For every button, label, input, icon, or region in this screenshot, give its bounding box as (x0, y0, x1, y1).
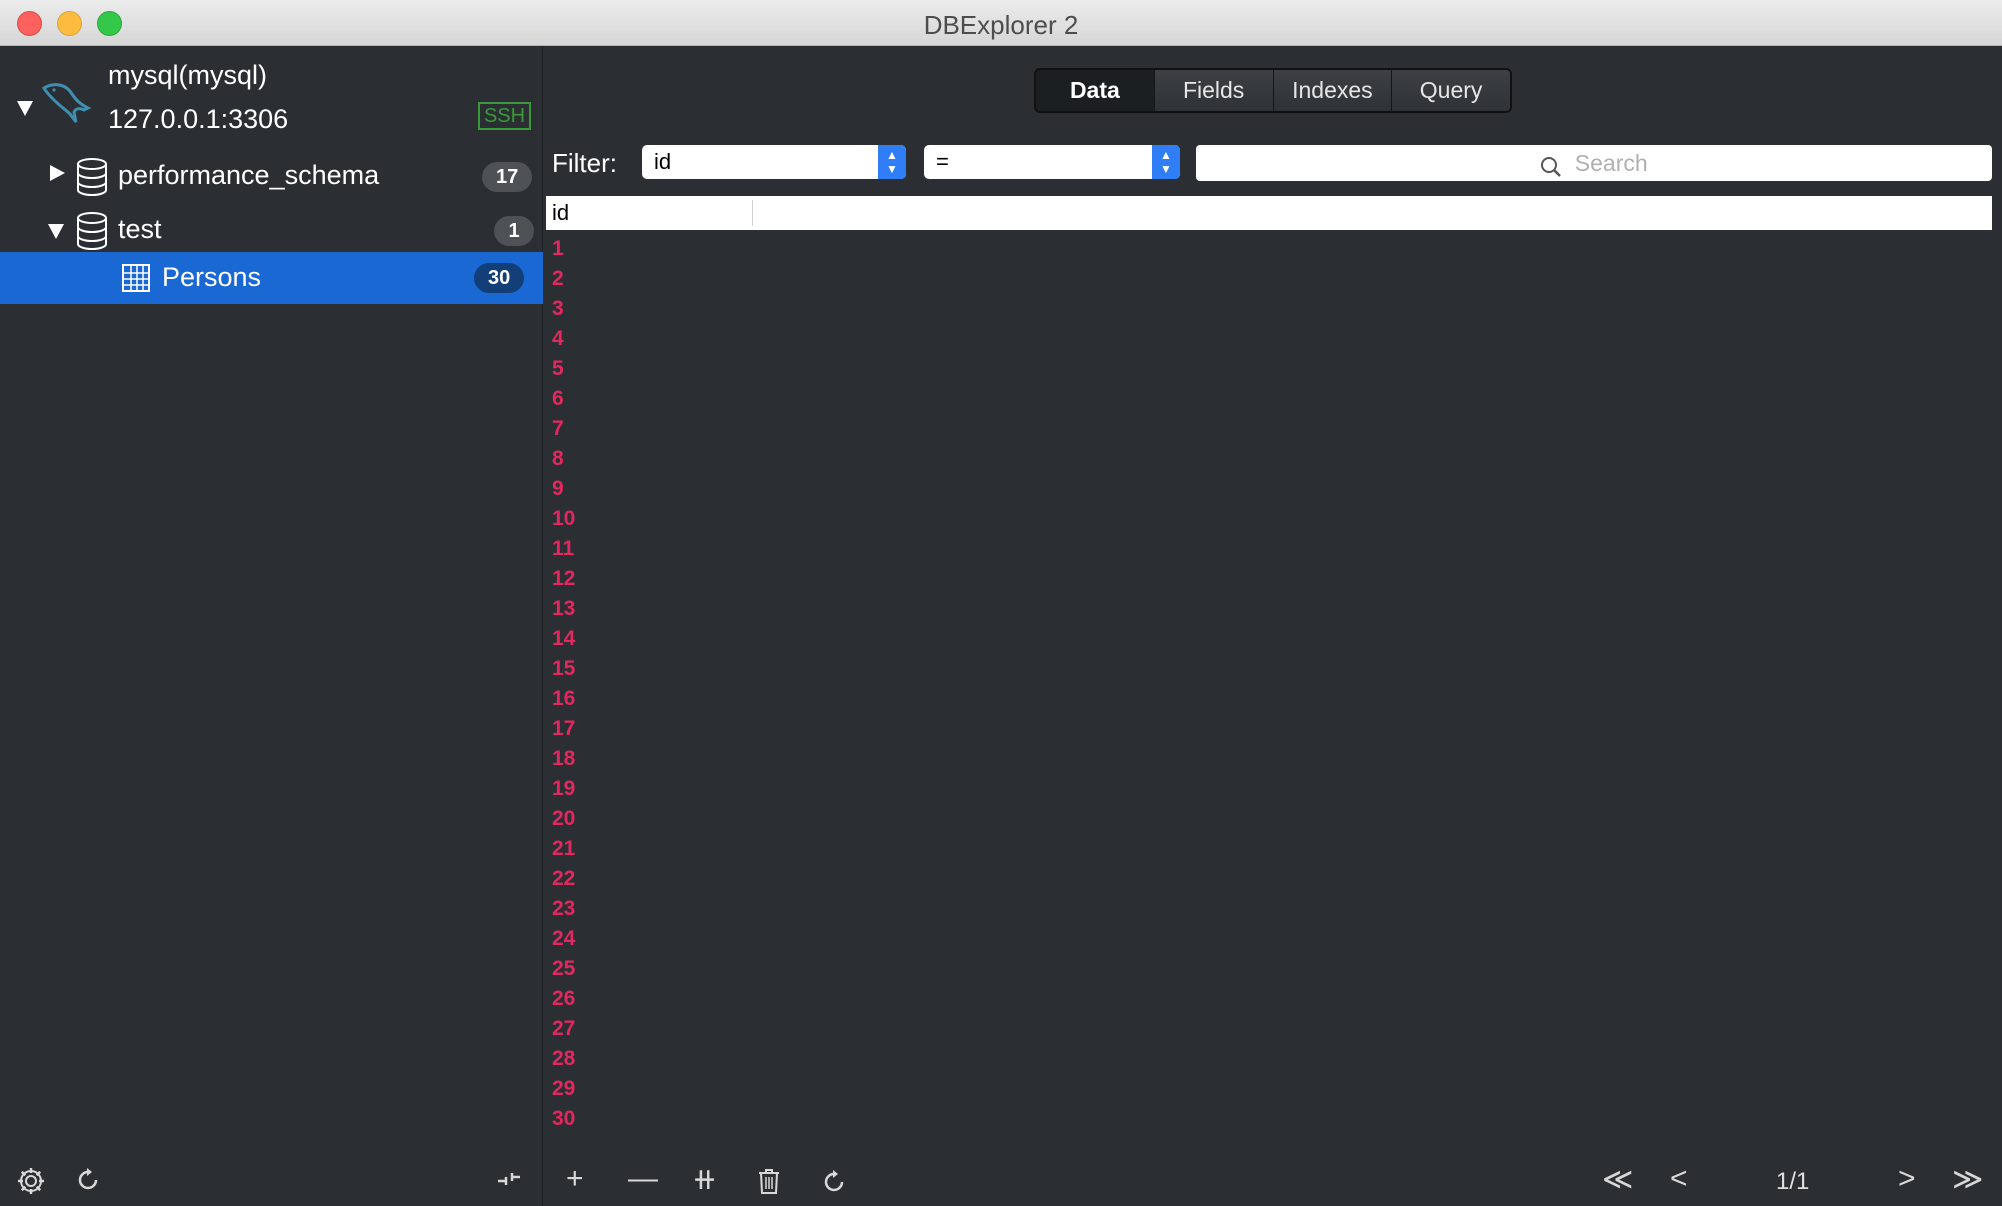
title-bar: DBExplorer 2 (0, 0, 2002, 46)
expand-triangle-icon[interactable] (48, 224, 64, 239)
table-row[interactable]: 5 (552, 354, 575, 384)
table-row[interactable]: 20 (552, 804, 575, 834)
select-stepper-icon: ▲ ▼ (1152, 145, 1180, 179)
add-row-button[interactable]: + (566, 1162, 584, 1196)
refresh-icon[interactable] (820, 1168, 848, 1204)
table-row[interactable]: 16 (552, 684, 575, 714)
sidebar-footer (0, 1158, 543, 1206)
table-row[interactable]: 22 (552, 864, 575, 894)
ssh-badge: SSH (478, 102, 531, 130)
tab-indexes[interactable]: Indexes (1273, 70, 1393, 111)
table-row[interactable]: 15 (552, 654, 575, 684)
tab-fields[interactable]: Fields (1154, 70, 1274, 111)
table-row[interactable]: 3 (552, 294, 575, 324)
filter-operator-value: = (936, 149, 949, 174)
filter-label: Filter: (552, 148, 617, 178)
table-row[interactable]: 8 (552, 444, 575, 474)
add-column-button[interactable]: ⧺ (692, 1162, 717, 1197)
table-row[interactable]: 10 (552, 504, 575, 534)
table-row[interactable]: 2 (552, 264, 575, 294)
select-stepper-icon: ▲ ▼ (878, 145, 906, 179)
connection-host: 127.0.0.1:3306 (108, 104, 289, 134)
first-page-button[interactable]: ≪ (1602, 1162, 1633, 1197)
database-icon (76, 158, 108, 201)
table-row[interactable]: 19 (552, 774, 575, 804)
last-page-button[interactable]: ≫ (1952, 1162, 1983, 1197)
table-row[interactable]: 26 (552, 984, 575, 1014)
table-row[interactable]: 18 (552, 744, 575, 774)
connection-name: mysql(mysql) (108, 60, 267, 90)
filter-operator-select[interactable]: = ▲ ▼ (924, 145, 1180, 179)
database-name: test (118, 214, 162, 244)
data-toolbar: + — ⧺ ≪ < 1/1 > ≫ (544, 1158, 2002, 1206)
table-row[interactable]: 1 (552, 234, 575, 264)
table-row[interactable]: 14 (552, 624, 575, 654)
table-row[interactable]: 6 (552, 384, 575, 414)
database-name: performance_schema (118, 160, 380, 190)
table-row[interactable]: 17 (552, 714, 575, 744)
view-tabs: Data Fields Indexes Query (1034, 68, 1512, 113)
table-grid-icon (122, 264, 150, 297)
gear-icon[interactable] (16, 1166, 46, 1203)
table-row[interactable]: 24 (552, 924, 575, 954)
window-title: DBExplorer 2 (923, 10, 1079, 40)
database-icon (76, 212, 108, 255)
filter-field-select[interactable]: id ▲ ▼ (642, 145, 906, 179)
table-row[interactable]: 25 (552, 954, 575, 984)
data-grid: 1 2 3 4 5 6 7 8 9 10 11 12 13 14 15 16 1… (552, 234, 575, 1134)
connection-row[interactable]: mysql(mysql) 127.0.0.1:3306 SSH (0, 60, 543, 146)
mysql-dolphin-icon (40, 78, 96, 133)
plug-icon[interactable] (496, 1168, 522, 1196)
table-row[interactable]: 9 (552, 474, 575, 504)
trash-icon[interactable] (758, 1168, 780, 1202)
table-item-persons[interactable]: Persons 30 (0, 252, 543, 304)
table-row[interactable]: 7 (552, 414, 575, 444)
tab-query[interactable]: Query (1392, 70, 1510, 111)
tab-data[interactable]: Data (1036, 70, 1155, 111)
table-count-badge: 1 (494, 216, 534, 246)
table-count-badge: 17 (482, 162, 533, 192)
page-indicator: 1/1 (1776, 1168, 1810, 1195)
column-header-id[interactable]: id (546, 196, 1992, 230)
database-item-test[interactable]: test 1 (0, 204, 543, 256)
table-name: Persons (162, 262, 262, 292)
table-row[interactable]: 30 (552, 1104, 575, 1134)
main-panel: Data Fields Indexes Query Filter: id ▲ ▼ … (544, 46, 2002, 1206)
column-divider[interactable] (752, 200, 753, 226)
previous-page-button[interactable]: < (1670, 1162, 1688, 1196)
table-row[interactable]: 13 (552, 594, 575, 624)
row-count-badge: 30 (474, 263, 525, 293)
table-row[interactable]: 23 (552, 894, 575, 924)
filter-field-value: id (654, 149, 672, 174)
table-row[interactable]: 27 (552, 1014, 575, 1044)
table-row[interactable]: 11 (552, 534, 575, 564)
column-header-label: id (552, 200, 570, 225)
database-item-performance-schema[interactable]: performance_schema 17 (0, 150, 543, 202)
table-row[interactable]: 12 (552, 564, 575, 594)
app-window: DBExplorer 2 mysql(mysql) 127.0.0.1:3306… (0, 0, 2002, 1206)
expand-triangle-icon[interactable] (17, 101, 33, 116)
table-row[interactable]: 21 (552, 834, 575, 864)
search-icon (1540, 156, 1574, 177)
table-row[interactable]: 28 (552, 1044, 575, 1074)
remove-row-button[interactable]: — (628, 1162, 658, 1196)
table-row[interactable]: 4 (552, 324, 575, 354)
search-placeholder: Search (1574, 150, 1648, 176)
next-page-button[interactable]: > (1898, 1162, 1916, 1196)
collapse-triangle-icon[interactable] (50, 165, 65, 181)
search-input[interactable]: Search (1196, 145, 1992, 181)
table-row[interactable]: 29 (552, 1074, 575, 1104)
sidebar: mysql(mysql) 127.0.0.1:3306 SSH performa… (0, 46, 543, 1206)
refresh-icon[interactable] (74, 1166, 102, 1201)
